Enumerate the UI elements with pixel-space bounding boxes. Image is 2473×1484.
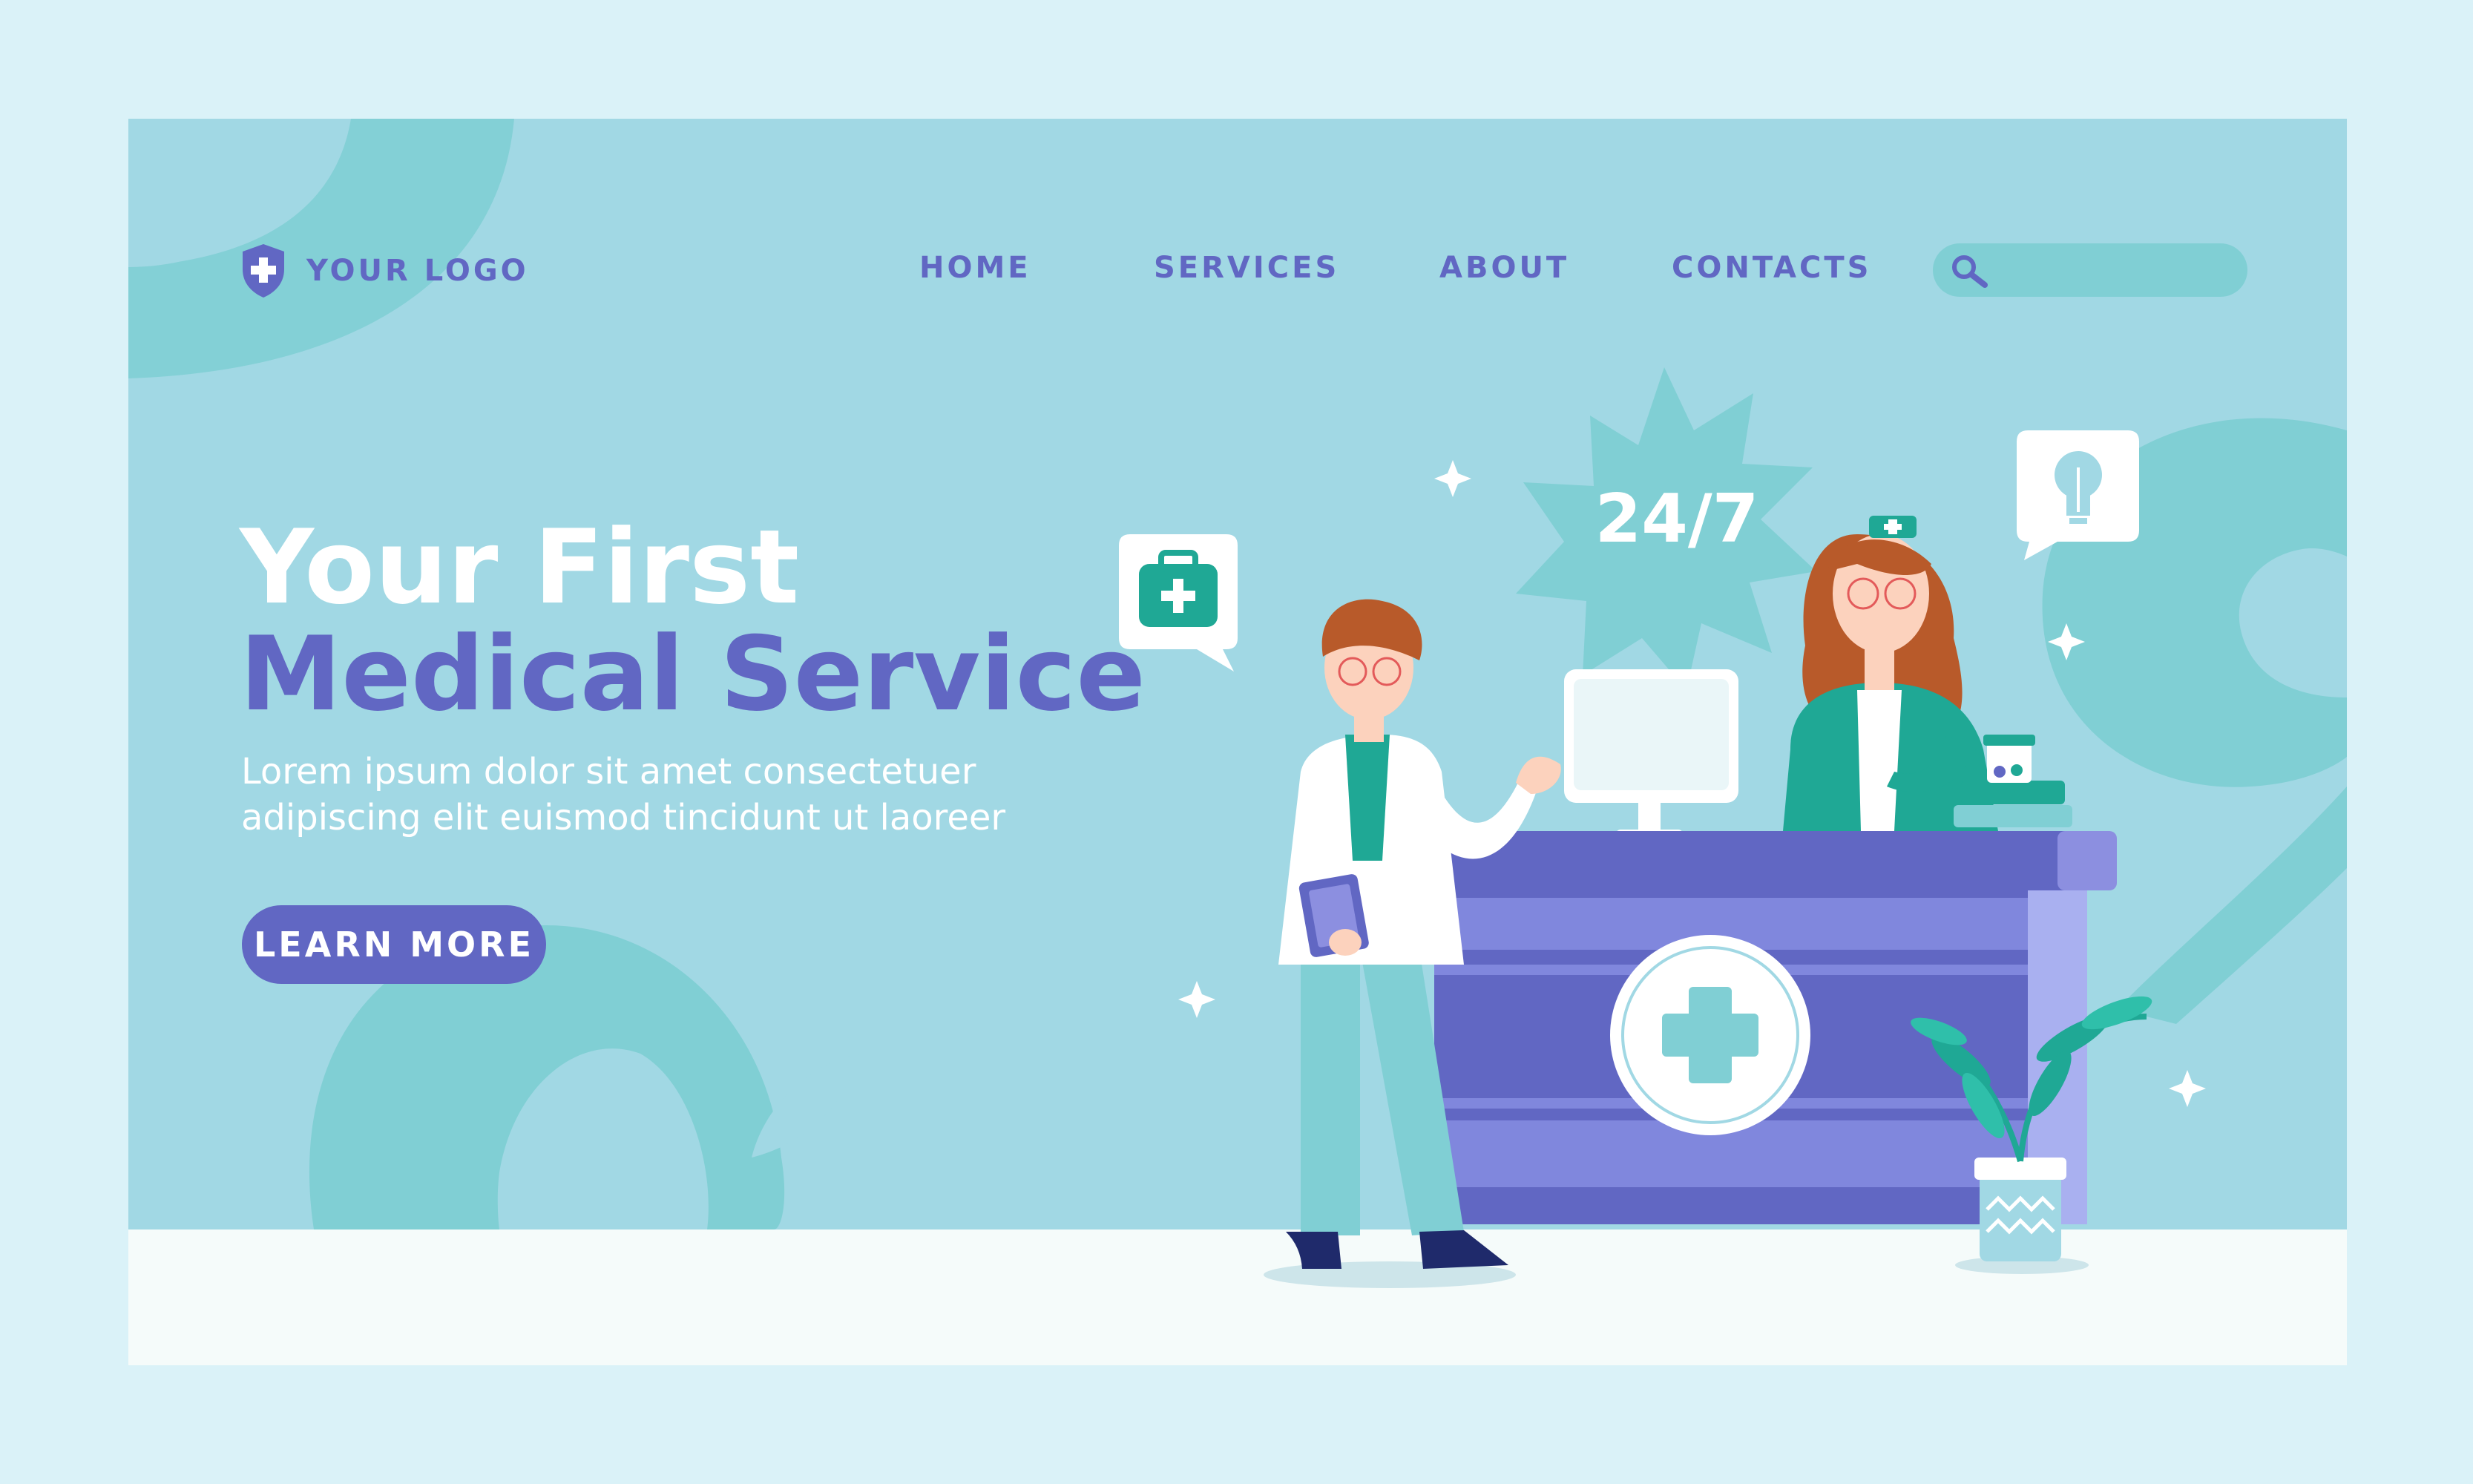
medical-cross-icon	[1610, 935, 1810, 1135]
reception-illustration: 24/7	[1119, 367, 2206, 1288]
lightbulb-bubble	[2017, 430, 2139, 560]
first-aid-bubble	[1119, 534, 1238, 672]
badge-24-7: 24/7	[1516, 367, 1816, 690]
landing-page: YOUR LOGO HOME SERVICES ABOUT CONTACTS Y…	[128, 119, 2347, 1365]
badge-text: 24/7	[1595, 480, 1759, 558]
first-aid-kit-icon	[1139, 550, 1218, 627]
computer-monitor	[1564, 669, 1738, 840]
